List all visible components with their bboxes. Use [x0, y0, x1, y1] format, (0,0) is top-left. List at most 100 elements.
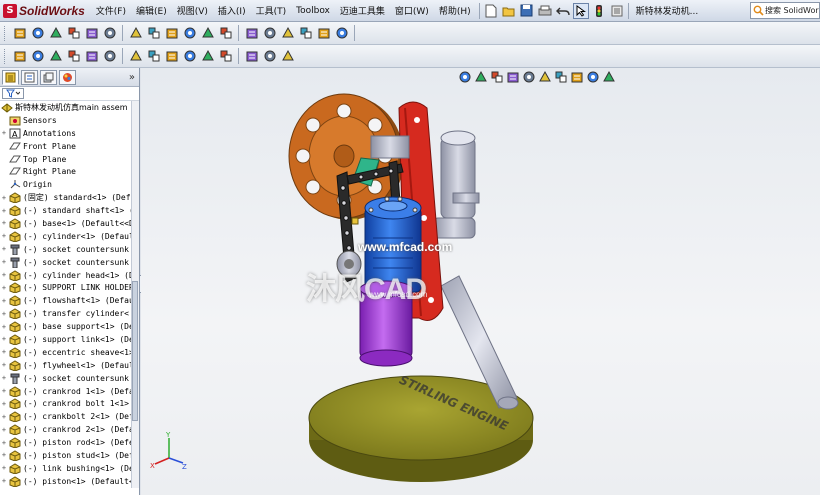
open-icon[interactable] [501, 3, 517, 19]
new-document-icon[interactable] [483, 3, 499, 19]
tree-expand-toggle[interactable]: + [0, 387, 8, 395]
arc-icon[interactable] [279, 48, 296, 65]
new-motion-study-icon[interactable] [243, 25, 260, 42]
line-icon[interactable] [217, 48, 234, 65]
exploded-view-icon[interactable] [279, 25, 296, 42]
search-icon[interactable] [753, 5, 764, 18]
tree-expand-toggle[interactable]: + [0, 426, 8, 434]
menu-item[interactable]: 插入(I) [213, 4, 251, 17]
smart-mate-icon[interactable] [11, 25, 28, 42]
balloon-icon[interactable] [145, 48, 162, 65]
app-logo[interactable]: S SolidWorks [0, 0, 91, 22]
reference-geometry-icon[interactable] [217, 25, 234, 42]
tree-expand-toggle[interactable]: + [0, 323, 8, 331]
note-icon[interactable] [47, 48, 64, 65]
graphics-area[interactable]: STIRLING ENGINE www.mfcad.com 沐风CAD www.… [141, 68, 820, 495]
edit-component-icon[interactable] [29, 25, 46, 42]
tree-root-assembly[interactable]: 斯特林发动机仿真main assem [0, 101, 139, 114]
collapse-panel-icon[interactable]: » [129, 72, 135, 83]
stirling-engine-model[interactable]: STIRLING ENGINE [141, 68, 820, 495]
tree-item[interactable]: + (-) piston stud<1> (Def [0, 449, 139, 462]
menu-item[interactable]: 编辑(E) [131, 4, 172, 17]
rectangle-icon[interactable] [243, 48, 260, 65]
tree-expand-toggle[interactable]: + [0, 207, 8, 215]
tree-item[interactable]: Origin [0, 178, 139, 191]
tree-item[interactable]: + (-) piston<1> (Default< [0, 475, 139, 488]
tree-item[interactable]: + (-) crankbolt 2<1> (Def [0, 410, 139, 423]
save-icon[interactable] [519, 3, 535, 19]
tree-item[interactable]: Top Plane [0, 153, 139, 166]
hole-callout-icon[interactable] [181, 48, 198, 65]
traffic-light-icon[interactable] [591, 3, 607, 19]
tree-expand-toggle[interactable]: + [0, 335, 8, 343]
sketch-icon[interactable] [11, 48, 28, 65]
filter-icon[interactable] [2, 88, 24, 99]
tree-expand-toggle[interactable]: + [0, 271, 8, 279]
mate-icon[interactable] [65, 25, 82, 42]
datum-icon[interactable] [101, 48, 118, 65]
tree-expand-toggle[interactable]: + [0, 374, 8, 382]
instant3d-icon[interactable] [315, 25, 332, 42]
tree-expand-toggle[interactable]: + [0, 232, 8, 240]
tree-item[interactable]: Front Plane [0, 140, 139, 153]
property-manager-tab-icon[interactable] [21, 69, 38, 85]
tree-item[interactable]: + A Annotations [0, 127, 139, 140]
configuration-manager-tab-icon[interactable] [40, 69, 57, 85]
menu-item[interactable]: 工具(T) [251, 4, 292, 17]
tree-expand-toggle[interactable]: + [0, 129, 8, 137]
tree-item[interactable]: + (-) socket countersunk [0, 372, 139, 385]
feature-manager-tab-icon[interactable] [2, 69, 19, 85]
tree-item[interactable]: + (-) standard shaft<1> ( [0, 204, 139, 217]
tree-item[interactable]: + (-) socket countersunk [0, 256, 139, 269]
display-manager-tab-icon[interactable] [59, 69, 76, 85]
explode-line-icon[interactable] [297, 25, 314, 42]
bearing-block[interactable] [370, 135, 410, 159]
tree-item[interactable]: Sensors [0, 114, 139, 127]
insert-component-icon[interactable] [47, 25, 64, 42]
menu-item[interactable]: Toolbox [291, 6, 335, 16]
tree-item[interactable]: + (-) transfer cylinder< [0, 307, 139, 320]
tree-item[interactable]: + (-) crankrod 1<1> (Defa [0, 385, 139, 398]
menu-item[interactable]: 文件(F) [91, 4, 131, 17]
tree-item[interactable]: + (-) base<1> (Default<<D [0, 217, 139, 230]
tree-expand-toggle[interactable]: + [0, 194, 8, 202]
tree-item[interactable]: + (-) flywheel<1> (Defaul [0, 359, 139, 372]
tree-item[interactable]: + (-) support link<1> (De [0, 333, 139, 346]
tree-expand-toggle[interactable]: + [0, 451, 8, 459]
tree-item[interactable]: + (-) eccentric sheave<1> [0, 346, 139, 359]
tree-expand-toggle[interactable]: + [0, 348, 8, 356]
bill-of-materials-icon[interactable] [261, 25, 278, 42]
geometric-tolerance-icon[interactable] [127, 48, 144, 65]
tree-expand-toggle[interactable]: + [0, 439, 8, 447]
tree-item[interactable]: + (-) piston rod<1> (Defe [0, 436, 139, 449]
print-icon[interactable] [537, 3, 553, 19]
auto-balloon-icon[interactable] [163, 48, 180, 65]
tree-item[interactable]: + (-) SUPPORT LINK HOLDER [0, 281, 139, 294]
tree-item[interactable]: + (-) socket countersunk [0, 243, 139, 256]
circle-icon[interactable] [261, 48, 278, 65]
tree-scrollbar[interactable] [131, 101, 139, 488]
menu-item[interactable]: 视图(V) [172, 4, 213, 17]
transfer-cylinder[interactable] [432, 130, 480, 239]
tree-item[interactable]: + (固定) standard<1> (Def [0, 191, 139, 204]
assembly-feature-icon[interactable] [199, 25, 216, 42]
table-icon[interactable] [199, 48, 216, 65]
tree-expand-toggle[interactable]: + [0, 361, 8, 369]
tree-item[interactable]: + (-) crankrod 2<1> (Defa [0, 423, 139, 436]
tree-expand-toggle[interactable]: + [0, 464, 8, 472]
tree-item[interactable]: + (-) cylinder head<1> (D [0, 269, 139, 282]
linear-pattern-icon[interactable] [83, 25, 100, 42]
options-icon[interactable] [609, 3, 625, 19]
weld-symbol-icon[interactable] [83, 48, 100, 65]
toolbar-grip[interactable] [4, 48, 7, 64]
tree-expand-toggle[interactable]: + [0, 245, 8, 253]
large-assembly-icon[interactable] [333, 25, 350, 42]
tree-expand-toggle[interactable]: + [0, 284, 8, 292]
surface-finish-icon[interactable] [65, 48, 82, 65]
tree-item[interactable]: Right Plane [0, 165, 139, 178]
smart-dimension-icon[interactable] [29, 48, 46, 65]
tree-item[interactable]: + (-) link bushing<1> (De [0, 462, 139, 475]
tree-scrollbar-thumb[interactable] [132, 281, 138, 421]
tree-expand-toggle[interactable]: + [0, 219, 8, 227]
hide-show-icon[interactable] [145, 25, 162, 42]
